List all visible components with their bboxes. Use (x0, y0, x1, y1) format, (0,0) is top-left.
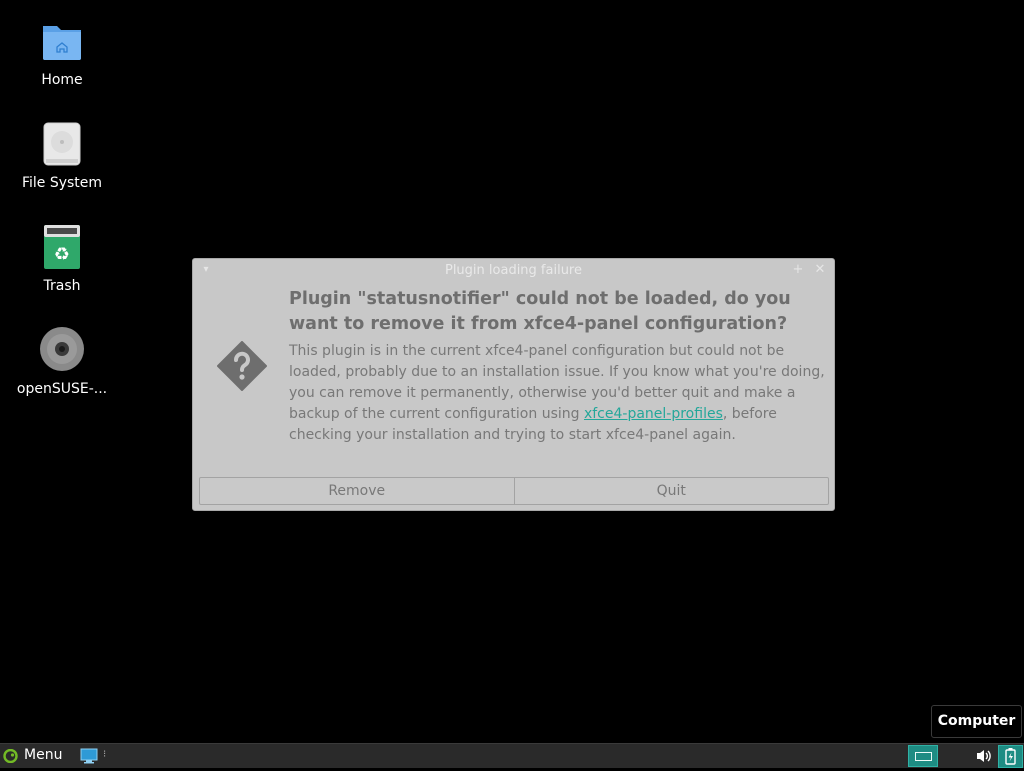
battery-icon[interactable] (998, 745, 1023, 768)
optical-disc-icon (38, 327, 86, 375)
dialog-title: Plugin loading failure (444, 263, 582, 278)
trash-icon: ♻ (38, 224, 86, 272)
quit-button[interactable]: Quit (514, 477, 829, 505)
desktop-icon-label: Home (41, 72, 83, 88)
maximize-icon[interactable]: + (790, 262, 806, 278)
dialog-heading: Plugin "statusnotifier" could not be loa… (289, 289, 791, 334)
home-folder-icon (38, 18, 86, 66)
desktop-icon-home[interactable]: Home (7, 18, 117, 88)
svg-text:♻: ♻ (54, 244, 70, 265)
desktop-icon-optical-disc[interactable]: openSUSE-... (7, 327, 117, 397)
desktop: Home File System ♻ Trash openSUSE-... ▾ … (0, 0, 1024, 743)
panel-handle-icon[interactable]: ⁝ (103, 749, 106, 760)
xfce4-panel-profiles-link[interactable]: xfce4-panel-profiles (584, 406, 723, 422)
desktop-icon-file-system[interactable]: File System (7, 121, 117, 191)
menu-button[interactable]: Menu (0, 744, 72, 768)
tooltip: Computer (931, 705, 1022, 738)
workspace-thumbnail (915, 752, 932, 761)
opensuse-logo-icon (3, 748, 18, 764)
dialog-button-row: Remove Quit (199, 477, 829, 505)
dialog-titlebar[interactable]: ▾ Plugin loading failure + ✕ (193, 259, 834, 283)
desktop-icon-label: openSUSE-... (16, 381, 108, 397)
hard-drive-icon (38, 121, 86, 169)
remove-button[interactable]: Remove (199, 477, 515, 505)
dialog-message: This plugin is in the current xfce4-pane… (289, 341, 834, 446)
plugin-failure-dialog: ▾ Plugin loading failure + ✕ Plugin "sta… (192, 258, 835, 511)
question-icon (217, 341, 267, 391)
desktop-icon-label: Trash (43, 278, 81, 294)
volume-icon[interactable] (975, 748, 993, 764)
menu-label: Menu (24, 747, 63, 763)
desktop-icon-trash[interactable]: ♻ Trash (7, 224, 117, 294)
close-icon[interactable]: ✕ (812, 262, 828, 278)
show-desktop-icon[interactable] (80, 748, 98, 764)
desktop-icon-label: File System (21, 175, 103, 191)
bottom-panel: Menu ⁝ (0, 743, 1024, 768)
workspace-switcher[interactable] (908, 745, 938, 767)
